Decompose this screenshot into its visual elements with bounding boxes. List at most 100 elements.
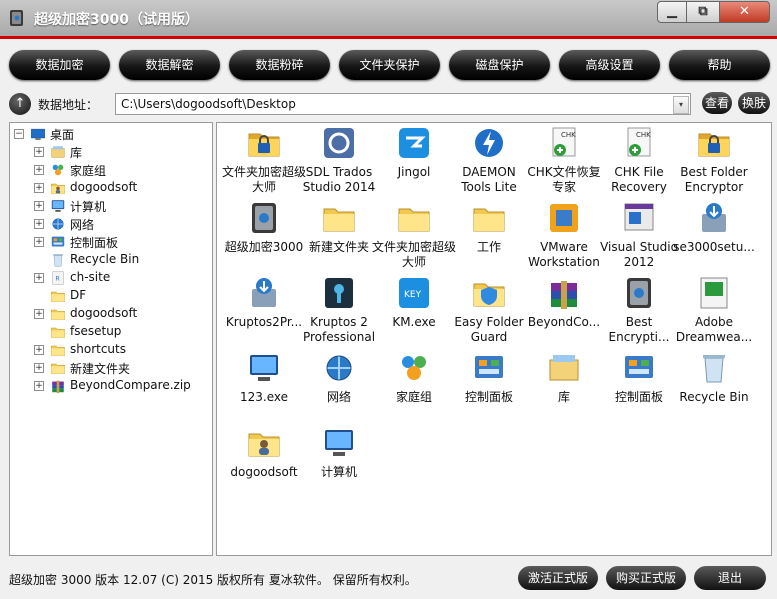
jingol-icon: [396, 125, 432, 161]
file-item[interactable]: dogoodsoft: [226, 425, 302, 497]
file-item[interactable]: 超级加密3000: [225, 200, 303, 272]
file-item[interactable]: SDL Trados Studio 2014: [301, 125, 377, 197]
tree-item[interactable]: + 家庭组: [10, 161, 210, 179]
file-item[interactable]: 文件夹加密超级大师: [222, 125, 306, 197]
folder-protect-button[interactable]: 文件夹保护: [339, 50, 440, 80]
folder-icon: [396, 200, 432, 236]
expand-icon[interactable]: +: [34, 309, 44, 319]
tree-item[interactable]: + 网络: [10, 215, 210, 233]
file-item[interactable]: Easy Folder Guard: [451, 275, 527, 347]
file-item[interactable]: Best Encrypti...: [601, 275, 677, 347]
tree-item[interactable]: + 库: [10, 143, 210, 161]
file-item[interactable]: VMware Workstation: [526, 200, 602, 272]
activate-button[interactable]: 激活正式版: [518, 566, 598, 590]
expand-icon[interactable]: +: [34, 201, 44, 211]
file-item[interactable]: DAEMON Tools Lite: [451, 125, 527, 197]
file-item-label: Kruptos 2 Professional: [302, 315, 376, 344]
file-item-label: 文件夹加密超级大师: [222, 165, 306, 194]
file-item[interactable]: Kruptos 2 Professional: [301, 275, 377, 347]
tree-item[interactable]: + 新建文件夹: [10, 359, 210, 377]
installer-icon: [246, 275, 282, 311]
copyright-text: 超级加密 3000 版本 12.07 (C) 2015 版权所有 夏冰软件。 保…: [9, 573, 417, 587]
exit-button[interactable]: 退出: [694, 566, 766, 590]
title-bar[interactable]: 超级加密3000（试用版） ▁ ⧉ ✕: [0, 0, 777, 39]
file-item-label: 新建文件夹: [308, 240, 369, 254]
tree-item[interactable]: + 控制面板: [10, 233, 210, 251]
tree-item[interactable]: + dogoodsoft: [10, 305, 210, 323]
file-item-label: Jingol: [397, 165, 431, 179]
help-button[interactable]: 帮助: [669, 50, 770, 80]
view-button[interactable]: 查看: [702, 92, 732, 114]
file-item-label: 网络: [326, 390, 351, 404]
address-input[interactable]: C:\Users\dogoodsoft\Desktop ▾: [115, 93, 691, 115]
file-item[interactable]: 控制面板: [451, 350, 527, 422]
expand-icon[interactable]: +: [34, 165, 44, 175]
tree-item[interactable]: + 计算机: [10, 197, 210, 215]
file-item[interactable]: Best Folder Encryptor: [676, 125, 752, 197]
collapse-icon[interactable]: −: [14, 129, 24, 139]
tree-item[interactable]: + Rch-site: [10, 269, 210, 287]
file-item[interactable]: 网络: [301, 350, 377, 422]
folder-lock-icon: [246, 125, 282, 161]
library-icon: [546, 350, 582, 386]
tree-item[interactable]: + dogoodsoft: [10, 179, 210, 197]
advanced-settings-button[interactable]: 高级设置: [559, 50, 660, 80]
close-button[interactable]: ✕: [719, 1, 770, 23]
window-title: 超级加密3000（试用版）: [34, 12, 199, 28]
file-item[interactable]: KEY KM.exe: [376, 275, 452, 347]
file-item[interactable]: BeyondCo...: [526, 275, 602, 347]
file-item[interactable]: 控制面板: [601, 350, 677, 422]
maximize-button[interactable]: ⧉: [686, 1, 720, 23]
file-item[interactable]: 库: [526, 350, 602, 422]
expand-icon[interactable]: +: [34, 363, 44, 373]
tree-item[interactable]: fsesetup: [10, 323, 210, 341]
folder-icon: [471, 200, 507, 236]
tree-item[interactable]: + shortcuts: [10, 341, 210, 359]
buy-button[interactable]: 购买正式版: [606, 566, 686, 590]
tree-item-label: dogoodsoft: [70, 306, 138, 320]
computer-icon: [321, 425, 357, 461]
expand-icon[interactable]: +: [34, 147, 44, 157]
file-item-label: 计算机: [320, 465, 357, 479]
file-item[interactable]: 文件夹加密超级大师: [372, 200, 456, 272]
minimize-button[interactable]: ▁: [657, 1, 687, 23]
file-item[interactable]: Adobe Dreamwea...: [676, 275, 752, 347]
file-item[interactable]: CHK CHK文件恢复专家: [526, 125, 602, 197]
tree-item[interactable]: DF: [10, 287, 210, 305]
expand-icon[interactable]: +: [34, 345, 44, 355]
file-item-label: 超级加密3000: [224, 240, 304, 254]
file-item[interactable]: CHK CHK File Recovery: [601, 125, 677, 197]
tree-item[interactable]: Recycle Bin: [10, 251, 210, 269]
file-item-label: 库: [557, 390, 570, 404]
file-item[interactable]: Recycle Bin: [676, 350, 752, 422]
skin-button[interactable]: 换肤: [738, 92, 770, 114]
tree-item-label: 桌面: [50, 128, 75, 142]
shred-data-button[interactable]: 数据粉碎: [229, 50, 330, 80]
tree-item[interactable]: − 桌面: [10, 125, 210, 143]
file-item[interactable]: 家庭组: [376, 350, 452, 422]
file-item[interactable]: Kruptos2Pr...: [226, 275, 302, 347]
control-panel-icon: [50, 234, 66, 249]
encrypt-data-button[interactable]: 数据加密: [9, 50, 110, 80]
file-item[interactable]: 计算机: [301, 425, 377, 497]
expand-icon[interactable]: +: [34, 219, 44, 229]
expand-icon[interactable]: +: [34, 273, 44, 283]
tree-item[interactable]: + BeyondCompare.zip: [10, 377, 210, 395]
file-item[interactable]: Jingol: [376, 125, 452, 197]
address-dropdown-button[interactable]: ▾: [673, 96, 689, 114]
file-item[interactable]: se3000setu...: [673, 200, 755, 272]
file-item[interactable]: 工作: [451, 200, 527, 272]
expand-icon[interactable]: +: [34, 183, 44, 193]
expand-icon[interactable]: +: [34, 237, 44, 247]
file-item[interactable]: Visual Studio 2012: [600, 200, 678, 272]
decrypt-data-button[interactable]: 数据解密: [119, 50, 220, 80]
recycle-bin-icon: [50, 252, 66, 267]
file-item[interactable]: 新建文件夹: [301, 200, 377, 272]
disk-protect-button[interactable]: 磁盘保护: [449, 50, 550, 80]
file-item[interactable]: 123.exe: [226, 350, 302, 422]
up-level-button[interactable]: ↑: [9, 93, 31, 115]
computer-icon: [246, 350, 282, 386]
address-bar: ↑ 数据地址： C:\Users\dogoodsoft\Desktop ▾ 查看…: [0, 92, 777, 118]
expand-icon[interactable]: +: [34, 381, 44, 391]
safe-icon: [246, 200, 282, 236]
